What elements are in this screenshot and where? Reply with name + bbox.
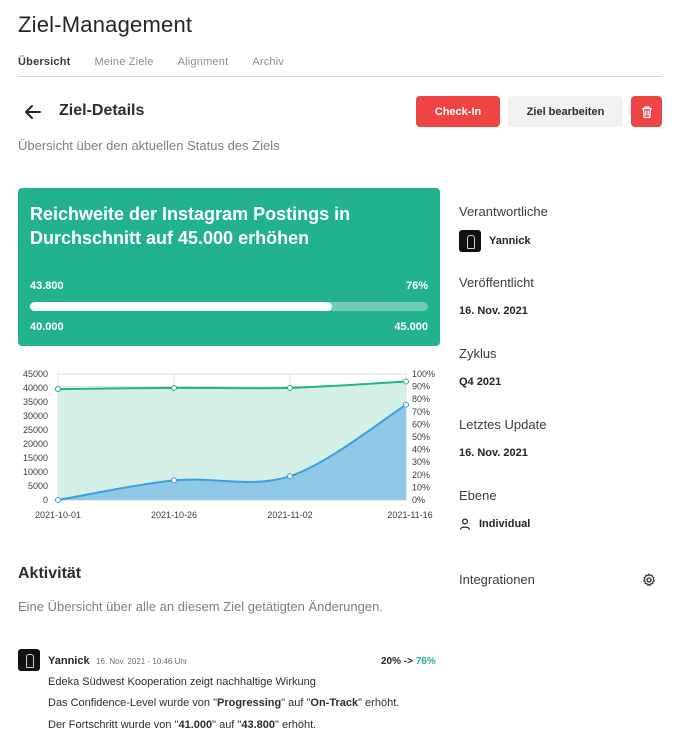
activity-confidence-change: Das Confidence-Level wurde von "Progress… bbox=[48, 697, 400, 709]
activity-user[interactable]: Yannick bbox=[48, 655, 90, 667]
y-left-tick-label: 0 bbox=[43, 495, 48, 505]
tab-archiv[interactable]: Archiv bbox=[252, 56, 284, 68]
level-label: Ebene bbox=[459, 488, 497, 503]
series-1-point bbox=[171, 477, 177, 484]
back-button[interactable] bbox=[22, 101, 44, 123]
y-left-tick-label: 45000 bbox=[23, 369, 48, 379]
tab-divider bbox=[18, 76, 662, 77]
y-left-tick-label: 25000 bbox=[23, 425, 48, 435]
y-left-tick-label: 40000 bbox=[23, 383, 48, 393]
activity-progress-change: Der Fortschritt wurde von "41.000" auf "… bbox=[48, 719, 317, 731]
cycle-value: Q4 2021 bbox=[459, 376, 502, 388]
series-1-point bbox=[55, 497, 61, 503]
tab-alignment[interactable]: Alignment bbox=[178, 56, 229, 68]
tab-uebersicht[interactable]: Übersicht bbox=[18, 56, 71, 68]
series-2-point bbox=[171, 384, 177, 391]
activity-time: 16. Nov. 2021 - 10:46 Uhr bbox=[96, 657, 188, 666]
y-left-tick-label: 5000 bbox=[28, 481, 48, 491]
goal-start-value: 40.000 bbox=[30, 321, 64, 333]
y-right-tick-label: 60% bbox=[412, 419, 430, 429]
y-right-tick-label: 90% bbox=[412, 382, 430, 392]
person-icon bbox=[459, 518, 471, 530]
owner-item[interactable]: Yannick bbox=[459, 230, 531, 252]
series-2-point bbox=[403, 378, 409, 385]
goal-target-value: 45.000 bbox=[394, 321, 428, 333]
tab-bar: Übersicht Meine Ziele Alignment Archiv bbox=[18, 56, 308, 68]
check-in-button[interactable]: Check-In bbox=[416, 96, 500, 127]
delete-button[interactable] bbox=[631, 96, 662, 127]
page-subtitle: Übersicht über den aktuellen Status des … bbox=[18, 138, 280, 153]
activity-avatar bbox=[18, 649, 40, 671]
y-right-tick-label: 0% bbox=[412, 495, 425, 505]
y-right-tick-label: 50% bbox=[412, 432, 430, 442]
avatar bbox=[459, 230, 481, 252]
page-title: Ziel-Details bbox=[59, 102, 145, 119]
y-left-tick-label: 35000 bbox=[23, 397, 48, 407]
y-left-tick-label: 15000 bbox=[23, 453, 48, 463]
y-right-tick-label: 20% bbox=[412, 470, 430, 480]
y-right-tick-label: 10% bbox=[412, 482, 430, 492]
level-value: Individual bbox=[459, 518, 530, 530]
activity-comment: Edeka Südwest Kooperation zeigt nachhalt… bbox=[48, 676, 316, 688]
updated-label: Letztes Update bbox=[459, 417, 547, 432]
y-right-tick-label: 40% bbox=[412, 445, 430, 455]
y-right-tick-label: 70% bbox=[412, 407, 430, 417]
activity-percent-change: 20% -> 76% bbox=[381, 656, 436, 667]
x-tick-label: 2021-10-01 bbox=[35, 510, 81, 520]
activity-subtitle: Eine Übersicht über alle an diesem Ziel … bbox=[18, 599, 383, 614]
goal-card: Reichweite der Instagram Postings in Dur… bbox=[18, 188, 440, 346]
activity-title: Aktivität bbox=[18, 565, 82, 582]
y-right-tick-label: 80% bbox=[412, 394, 430, 404]
x-tick-label: 2021-10-26 bbox=[151, 510, 197, 520]
published-value: 16. Nov. 2021 bbox=[459, 305, 528, 317]
goal-progress-fill bbox=[30, 302, 333, 311]
goal-progress-track bbox=[30, 302, 428, 311]
change-from: 20% bbox=[381, 656, 402, 667]
x-tick-label: 2021-11-16 bbox=[387, 510, 432, 520]
cycle-label: Zyklus bbox=[459, 346, 497, 361]
edit-goal-button[interactable]: Ziel bearbeiten bbox=[508, 96, 623, 127]
y-left-tick-label: 10000 bbox=[23, 467, 48, 477]
level-text: Individual bbox=[479, 518, 531, 530]
owner-name: Yannick bbox=[489, 235, 531, 247]
change-arrow: -> bbox=[403, 656, 413, 667]
goal-percent: 76% bbox=[405, 280, 428, 292]
trash-icon bbox=[641, 105, 652, 118]
progress-chart: 45000 40000 35000 30000 25000 20000 15000 10000… bbox=[23, 369, 435, 520]
integrations-label: Integrationen bbox=[459, 572, 535, 587]
series-1-point bbox=[287, 473, 293, 480]
y-right-tick-label: 100% bbox=[412, 369, 435, 379]
updated-value: 16. Nov. 2021 bbox=[459, 447, 528, 459]
y-left-tick-label: 20000 bbox=[23, 439, 48, 449]
app-title: Ziel-Management bbox=[18, 12, 193, 37]
y-right-tick-label: 30% bbox=[412, 457, 430, 467]
change-to: 76% bbox=[415, 656, 436, 667]
goal-title: Reichweite der Instagram Postings in Dur… bbox=[30, 204, 351, 248]
y-left-tick-label: 30000 bbox=[23, 411, 48, 421]
published-label: Veröffentlicht bbox=[459, 275, 534, 290]
x-tick-label: 2021-11-02 bbox=[267, 510, 312, 520]
series-1-point bbox=[403, 401, 409, 408]
owners-label: Verantwortliche bbox=[459, 204, 548, 219]
goal-current-value: 43.800 bbox=[30, 280, 64, 292]
arrow-left-icon bbox=[25, 105, 41, 119]
series-2-point bbox=[287, 384, 293, 391]
tab-meine-ziele[interactable]: Meine Ziele bbox=[95, 56, 154, 68]
gear-icon[interactable] bbox=[642, 573, 656, 587]
series-2-point bbox=[55, 386, 61, 393]
